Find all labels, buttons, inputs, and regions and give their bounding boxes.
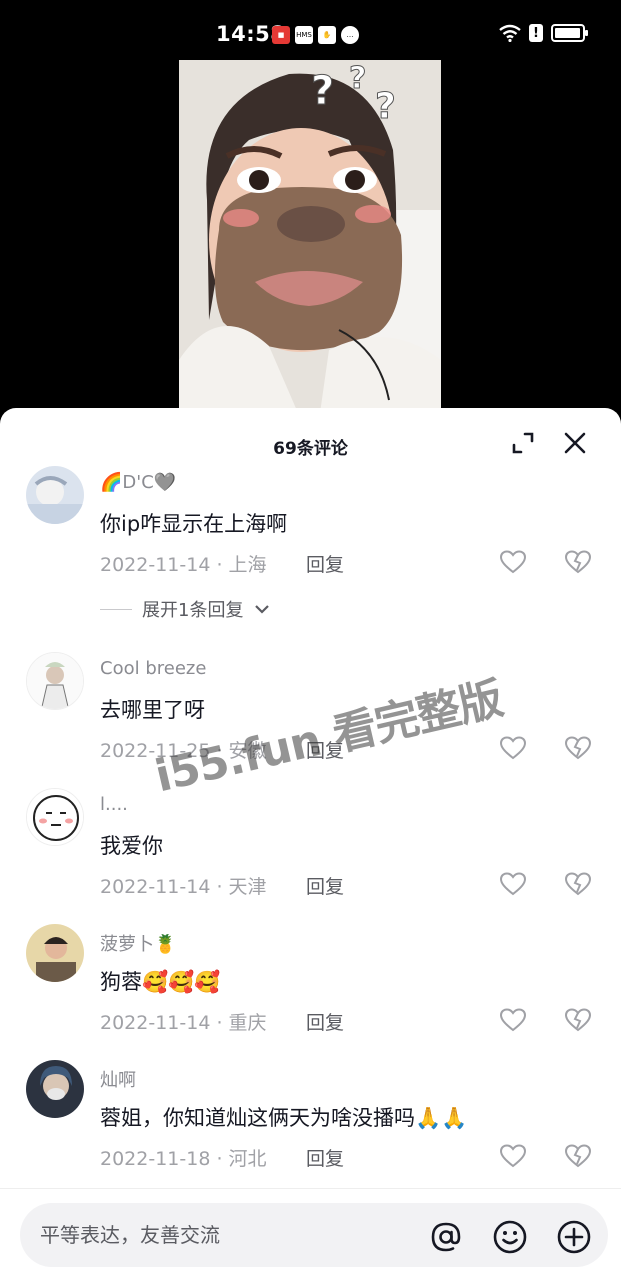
broken-heart-icon[interactable] xyxy=(565,736,591,760)
svg-text:?: ? xyxy=(349,61,366,96)
comment-item: 🌈D'C🩶 你ip咋显示在上海啊 2022-11-14 · 上海 回复 展开1条… xyxy=(0,466,621,666)
comment-text: 你ip咋显示在上海啊 xyxy=(100,512,288,536)
avatar[interactable] xyxy=(26,466,84,524)
broken-heart-icon[interactable] xyxy=(565,1008,591,1032)
status-icons-right: ! xyxy=(499,24,588,42)
heart-icon[interactable] xyxy=(500,1144,526,1168)
comment-text: 狗蓉🥰🥰🥰 xyxy=(100,970,221,994)
add-icon[interactable] xyxy=(556,1219,592,1255)
close-icon[interactable] xyxy=(562,430,588,456)
broken-heart-icon[interactable] xyxy=(565,550,591,574)
emoji-icon[interactable] xyxy=(492,1219,528,1255)
comment-text: 蓉姐，你知道灿这俩天为啥没播吗🙏🙏 xyxy=(100,1106,468,1130)
comment-text: 去哪里了呀 xyxy=(100,698,205,722)
reply-button[interactable]: 回复 xyxy=(306,1144,344,1171)
comment-item: 菠萝卜🍍 狗蓉🥰🥰🥰 2022-11-14 · 重庆 回复 xyxy=(0,924,621,1054)
expand-replies-label: 展开1条回复 xyxy=(142,600,244,621)
chevron-down-icon xyxy=(255,605,270,614)
heart-icon[interactable] xyxy=(500,1008,526,1032)
comment-username[interactable]: 🌈D'C🩶 xyxy=(100,472,176,493)
mention-icon[interactable] xyxy=(428,1219,464,1255)
comment-item: 灿啊 蓉姐，你知道灿这俩天为啥没播吗🙏🙏 2022-11-18 · 河北 回复 xyxy=(0,1060,621,1190)
avatar[interactable] xyxy=(26,652,84,710)
comment-sheet: 69条评论 🌈D'C🩶 你ip咋显示在上海啊 2022-11-14 · 上海 回… xyxy=(0,408,621,1280)
expand-replies-button[interactable]: 展开1条回复 xyxy=(100,596,271,622)
comment-username[interactable]: 灿啊 xyxy=(100,1066,136,1092)
broken-heart-icon[interactable] xyxy=(565,1144,591,1168)
comment-meta: 2022-11-14 · 重庆 xyxy=(100,1012,267,1034)
comment-username[interactable]: l.... xyxy=(100,794,128,815)
app-icon: ✋ xyxy=(318,26,336,44)
avatar[interactable] xyxy=(26,788,84,846)
video-content-image: ? ? ? xyxy=(179,60,441,420)
battery-icon xyxy=(551,24,588,42)
expand-icon[interactable] xyxy=(510,430,536,456)
avatar[interactable] xyxy=(26,924,84,982)
divider xyxy=(100,608,132,610)
comment-input-container[interactable] xyxy=(20,1203,608,1267)
reply-button[interactable]: 回复 xyxy=(306,550,344,577)
svg-text:?: ? xyxy=(311,68,334,114)
wifi-icon xyxy=(499,24,521,42)
reply-button[interactable]: 回复 xyxy=(306,872,344,899)
comment-text: 我爱你 xyxy=(100,834,163,858)
heart-icon[interactable] xyxy=(500,550,526,574)
status-bar: 14:58 ■ HMS ✋ … ! xyxy=(0,0,621,60)
heart-icon[interactable] xyxy=(500,736,526,760)
status-icons-left: ■ HMS ✋ … xyxy=(272,26,359,44)
chat-icon: … xyxy=(341,26,359,44)
alert-icon: ! xyxy=(529,24,543,42)
comment-input[interactable] xyxy=(40,1223,370,1247)
reply-button[interactable]: 回复 xyxy=(306,1008,344,1035)
broken-heart-icon[interactable] xyxy=(565,872,591,896)
comment-meta: 2022-11-14 · 上海 xyxy=(100,554,267,576)
svg-text:?: ? xyxy=(375,86,396,127)
comment-input-bar xyxy=(0,1188,621,1280)
comment-username[interactable]: Cool breeze xyxy=(100,658,206,679)
comment-username[interactable]: 菠萝卜🍍 xyxy=(100,930,176,956)
avatar[interactable] xyxy=(26,1060,84,1118)
video-frame[interactable]: ? ? ? xyxy=(179,60,441,420)
notification-icon: ■ xyxy=(272,26,290,44)
comment-meta: 2022-11-18 · 河北 xyxy=(100,1148,267,1170)
hms-icon: HMS xyxy=(295,26,313,44)
heart-icon[interactable] xyxy=(500,872,526,896)
video-player[interactable]: ? ? ? xyxy=(0,60,621,420)
comment-meta: 2022-11-14 · 天津 xyxy=(100,876,267,898)
comment-item: l.... 我爱你 2022-11-14 · 天津 回复 xyxy=(0,788,621,918)
